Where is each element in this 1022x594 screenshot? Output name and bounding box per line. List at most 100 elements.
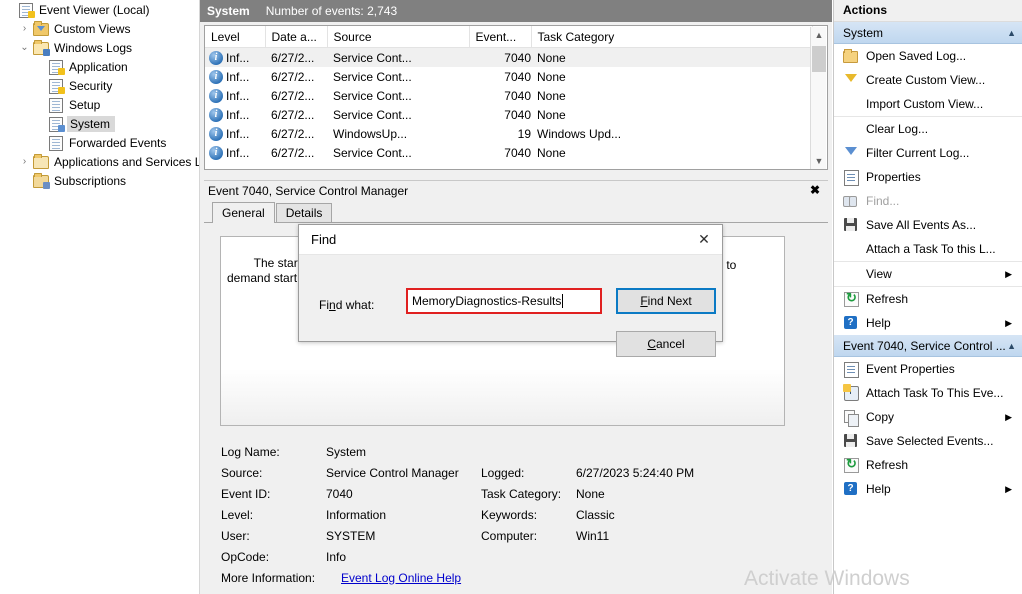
action-item-label: Save All Events As... [866,218,977,232]
action-item-clear-log[interactable]: Clear Log... [834,116,1022,141]
event-list-column-header[interactable]: Level [205,26,266,48]
actions-group-name: Event 7040, Service Control ... [843,338,1006,353]
action-item-refresh[interactable]: Refresh [834,453,1022,477]
metadata-label: OpCode: [221,549,270,564]
information-icon: i [209,107,223,122]
event-list-row[interactable]: i Inf... 6/27/2... Service Cont... 7040 None [205,143,812,162]
action-item-view[interactable]: View ▶ [834,261,1022,286]
chevron-right-icon[interactable]: › [17,156,32,167]
security-log-icon [47,78,65,94]
action-item-label: View [866,267,892,281]
event-log-online-help-link[interactable]: Event Log Online Help [341,571,461,585]
metadata-value: Information [326,507,387,522]
close-icon[interactable]: ✖ [806,182,824,199]
event-viewer-icon [17,2,35,18]
chevron-down-icon[interactable]: ⌄ [17,42,32,53]
action-item-refresh[interactable]: Refresh [834,286,1022,311]
funnel-blue-icon [842,145,860,161]
action-item-attach-a-task-to-this-l[interactable]: Attach a Task To this L... [834,237,1022,261]
event-list-row[interactable]: i Inf... 6/27/2... Service Cont... 7040 None [205,105,812,124]
event-list-column-header[interactable]: Task Category [531,26,813,48]
event-list-row[interactable]: i Inf... 6/27/2... Service Cont... 7040 None [205,86,812,105]
find-next-button[interactable]: Find Next [616,288,716,314]
tree-item-subscriptions[interactable]: Subscriptions [0,171,199,190]
scrollbar-thumb[interactable] [812,46,826,72]
tree-item-forwarded-events[interactable]: Forwarded Events [0,133,199,152]
event-metadata-row: Level: Information Keywords: Classic [212,504,812,525]
tree-item-applications-and-services-lo[interactable]: › Applications and Services Lo [0,152,199,171]
metadata-label: User: [221,528,250,543]
action-item-event-properties[interactable]: Event Properties [834,357,1022,381]
action-item-help[interactable]: ? Help ▶ [834,311,1022,335]
tree-item-windows-logs[interactable]: ⌄ Windows Logs [0,38,199,57]
action-item-label: Properties [866,170,921,184]
tree-item-label: Security [69,78,113,93]
properties-icon [842,169,860,186]
event-list-row[interactable]: i Inf... 6/27/2... WindowsUp... 19 Windows Up… [205,124,812,143]
find-what-input[interactable]: MemoryDiagnostics-Results [406,288,602,314]
action-item-label: Save Selected Events... [866,434,994,448]
find-next-label: ind Next [647,294,692,308]
event-level-cell: i Inf... [205,143,265,162]
event-metadata-row: Event ID: 7040 Task Category: None [212,483,812,504]
action-item-label: Event Properties [866,362,955,376]
action-item-attach-task-to-this-eve[interactable]: Attach Task To This Eve... [834,381,1022,405]
metadata-value: SYSTEM [326,528,376,543]
event-level-text: Inf... [226,126,250,141]
chevron-up-icon[interactable]: ▲ [1007,28,1016,38]
save-icon [842,217,860,233]
chevron-right-icon[interactable]: › [17,23,32,34]
event-metadata-row: Log Name: System [212,441,812,462]
action-item-label: Find... [866,194,900,208]
event-metadata-row: Source: Service Control Manager Logged: 6/2… [212,462,812,483]
open-folder-icon [842,48,860,64]
event-source-cell: Service Cont... [333,145,412,160]
event-id-cell: 7040 [504,107,531,122]
event-list-row[interactable]: i Inf... 6/27/2... Service Cont... 7040 None [205,67,812,86]
close-icon[interactable]: ✕ [686,225,722,254]
event-list-column-header[interactable]: Source [327,26,470,48]
funnel-yellow-icon [842,72,860,88]
action-item-label: Refresh [866,292,909,306]
event-id-cell: 19 [517,126,531,141]
tree-item-system[interactable]: System [0,114,199,133]
tree-item-security[interactable]: Security [0,76,199,95]
chevron-up-icon[interactable]: ▲ [1007,341,1016,351]
metadata-label: Log Name: [221,444,280,459]
information-icon: i [209,88,223,103]
tree-item-label: Custom Views [54,21,131,36]
action-item-save-all-events-as[interactable]: Save All Events As... [834,213,1022,237]
tree-item-label: Setup [69,97,101,112]
event-list-row[interactable]: i Inf... 6/27/2... Service Cont... 7040 None [205,47,812,67]
action-item-open-saved-log[interactable]: Open Saved Log... [834,44,1022,68]
no-icon-spacer [842,266,860,282]
action-item-copy[interactable]: Copy ▶ [834,405,1022,429]
help-icon: ? [842,315,860,331]
scroll-up-icon[interactable]: ▲ [811,27,827,44]
action-item-import-custom-view[interactable]: Import Custom View... [834,92,1022,116]
event-list-vertical-scrollbar[interactable]: ▲ ▼ [810,27,827,169]
action-item-filter-current-log[interactable]: Filter Current Log... [834,141,1022,165]
action-item-label: Clear Log... [866,122,929,136]
metadata-value: Service Control Manager [326,465,459,480]
scroll-down-icon[interactable]: ▼ [811,153,827,169]
actions-group-header[interactable]: System ▲ [834,22,1022,44]
event-list-column-header[interactable]: Event... [469,26,532,48]
action-item-properties[interactable]: Properties [834,165,1022,189]
app-services-folder-icon [32,154,49,169]
tree-item-application[interactable]: Application [0,57,199,76]
cancel-button[interactable]: Cancel [616,331,716,357]
event-list-column-header[interactable]: Date a... [265,26,328,48]
event-metadata-table: Log Name: System Source: Service Control Ma… [212,441,812,586]
action-item-create-custom-view[interactable]: Create Custom View... [834,68,1022,92]
action-item-help[interactable]: ? Help ▶ [834,477,1022,501]
tree-item-setup[interactable]: Setup [0,95,199,114]
tree-item-event-viewer-local[interactable]: Event Viewer (Local) [0,0,199,19]
tab-details[interactable]: Details [275,203,333,222]
actions-group-header[interactable]: Event 7040, Service Control ... ▲ [834,335,1022,357]
tab-general[interactable]: General [212,202,275,223]
tree-item-custom-views[interactable]: › Custom Views [0,19,199,38]
event-source-cell: WindowsUp... [333,126,408,141]
event-date-cell: 6/27/2... [271,69,315,84]
action-item-save-selected-events[interactable]: Save Selected Events... [834,429,1022,453]
